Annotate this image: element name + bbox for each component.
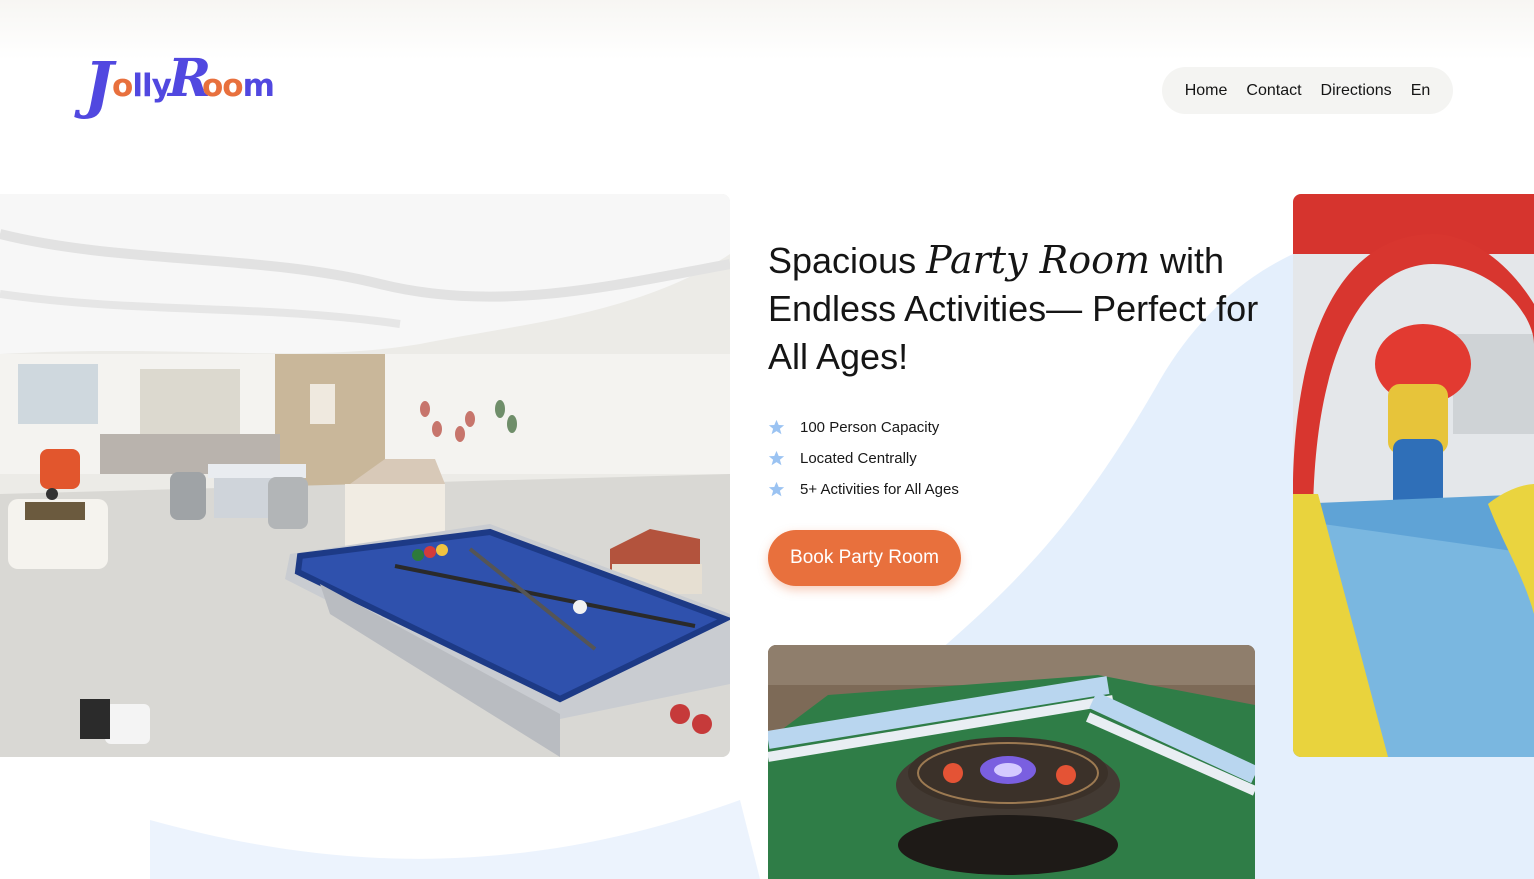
feature-list: 100 Person Capacity Located Centrally 5+… [768,412,959,505]
hero-heading-script: Party Room [926,238,1151,282]
party-room-pool-table-photo [0,194,730,757]
nav-directions-link[interactable]: Directions [1321,82,1392,100]
nav-contact-link[interactable]: Contact [1246,82,1301,100]
logo-letter-j: J [84,48,114,121]
main-nav: Home Contact Directions En [1162,67,1453,114]
feature-label: 5+ Activities for All Ages [800,481,959,498]
mahjong-table-photo [768,645,1255,879]
nav-home-link[interactable]: Home [1185,82,1228,100]
logo-word-oom: oom [202,68,275,104]
feature-label: 100 Person Capacity [800,419,940,436]
feature-item: 5+ Activities for All Ages [768,474,959,505]
star-icon [768,481,785,497]
feature-item: 100 Person Capacity [768,412,959,443]
bouncy-castle-photo [1293,194,1534,757]
hero-heading: Spacious Party Room with Endless Activit… [768,236,1278,381]
feature-label: Located Centrally [800,450,917,467]
book-party-room-button[interactable]: Book Party Room [768,530,961,586]
star-icon [768,450,785,466]
hero-heading-part1: Spacious [768,240,927,281]
feature-item: Located Centrally [768,443,959,474]
logo-word-olly: olly [112,68,172,104]
language-selector[interactable]: En [1411,82,1431,100]
jolly-room-logo[interactable]: J olly R oom [80,48,280,128]
star-icon [768,419,785,435]
